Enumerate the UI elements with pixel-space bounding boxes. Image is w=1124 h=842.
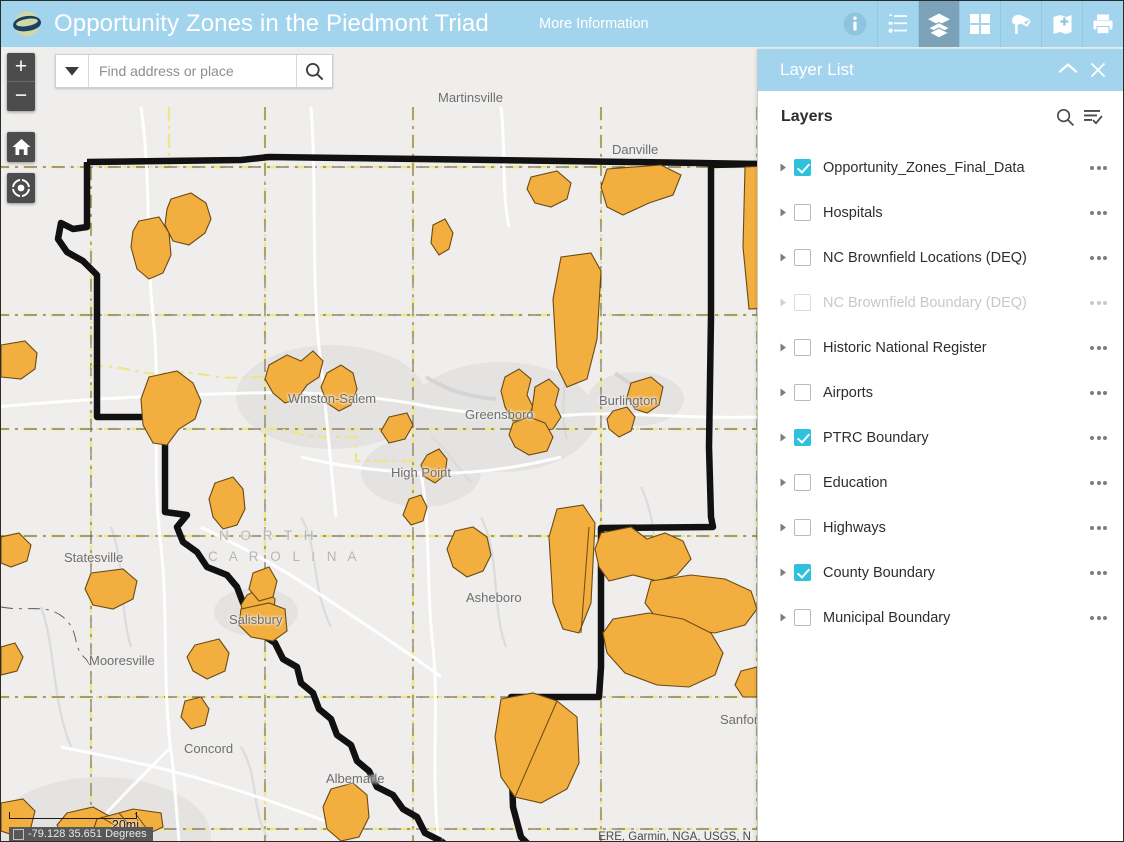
search-widget[interactable] [55,54,333,88]
add-data-icon[interactable] [1041,1,1082,47]
layer-visibility-checkbox[interactable] [794,609,811,626]
ellipsis-icon[interactable] [1081,165,1107,170]
layer-list-item[interactable]: Opportunity_Zones_Final_Data [758,145,1123,190]
layer-visibility-checkbox[interactable] [794,294,811,311]
layer-label: Education [823,474,888,491]
measure-icon[interactable] [1000,1,1041,47]
expand-arrow-icon[interactable] [780,478,794,487]
zoom-out-button[interactable]: − [7,82,35,111]
map-attribution: ERE, Garmin, NGA, USGS, N [598,831,751,841]
layer-list-item[interactable]: Highways [758,505,1123,550]
legend-icon[interactable] [877,1,918,47]
layer-visibility-checkbox[interactable] [794,339,811,356]
expand-arrow-icon[interactable] [780,208,794,217]
chevron-down-icon [65,66,79,76]
search-icon[interactable] [1051,103,1079,131]
ellipsis-icon[interactable] [1081,570,1107,575]
layer-list-item[interactable]: Airports [758,370,1123,415]
layer-list-item[interactable]: County Boundary [758,550,1123,595]
coordinate-toggle-icon[interactable] [13,829,24,840]
panel-header: Layer List [758,49,1123,91]
ellipsis-icon[interactable] [1081,345,1107,350]
close-icon[interactable] [1083,55,1113,85]
home-icon [12,139,30,155]
layer-items-list: Opportunity_Zones_Final_Data Hospitals NC … [758,143,1123,640]
layer-visibility-checkbox[interactable] [794,564,811,581]
ellipsis-icon[interactable] [1081,255,1107,260]
layer-label: Airports [823,384,873,401]
about-info-icon[interactable] [833,1,877,47]
layer-label: PTRC Boundary [823,429,929,446]
header-tool-bar [833,1,1123,47]
ellipsis-icon[interactable] [1081,615,1107,620]
ellipsis-icon[interactable] [1081,525,1107,530]
layer-label: Highways [823,519,886,536]
basemap-gallery-icon[interactable] [959,1,1000,47]
layer-visibility-checkbox[interactable] [794,474,811,491]
home-extent-button[interactable] [7,132,35,162]
layer-list-item[interactable]: Education [758,460,1123,505]
page-title: Opportunity Zones in the Piedmont Triad [54,10,489,37]
map-application: Opportunity Zones in the Piedmont Triad … [0,0,1124,842]
coordinate-value: -79.128 35.651 Degrees [28,828,147,840]
chevron-up-icon[interactable] [1053,55,1083,85]
search-source-dropdown[interactable] [56,55,89,87]
layer-list-icon[interactable] [918,1,959,47]
layer-visibility-checkbox[interactable] [794,204,811,221]
expand-arrow-icon[interactable] [780,163,794,172]
layer-list-item[interactable]: Municipal Boundary [758,595,1123,640]
my-location-button[interactable] [7,173,35,203]
expand-arrow-icon[interactable] [780,613,794,622]
ellipsis-icon[interactable] [1081,480,1107,485]
layers-heading: Layers [781,108,833,125]
layer-label: Historic National Register [823,339,987,356]
expand-arrow-icon[interactable] [780,388,794,397]
ellipsis-icon[interactable] [1081,435,1107,440]
layer-label: Opportunity_Zones_Final_Data [823,159,1025,176]
layer-visibility-checkbox[interactable] [794,429,811,446]
expand-arrow-icon[interactable] [780,568,794,577]
layer-visibility-checkbox[interactable] [794,249,811,266]
ellipsis-icon[interactable] [1081,210,1107,215]
ptrc-logo-icon [10,7,44,41]
layer-list-item[interactable]: PTRC Boundary [758,415,1123,460]
expand-arrow-icon[interactable] [780,523,794,532]
layer-visibility-checkbox[interactable] [794,384,811,401]
layer-label: NC Brownfield Locations (DEQ) [823,249,1027,266]
coordinate-readout[interactable]: -79.128 35.651 Degrees [9,827,153,841]
expand-arrow-icon[interactable] [780,298,794,307]
layer-visibility-checkbox[interactable] [794,519,811,536]
crosshair-icon [11,178,31,198]
print-icon[interactable] [1082,1,1123,47]
layer-list-item[interactable]: NC Brownfield Boundary (DEQ) [758,280,1123,325]
layer-label: NC Brownfield Boundary (DEQ) [823,294,1027,311]
expand-arrow-icon[interactable] [780,343,794,352]
ellipsis-icon[interactable] [1081,390,1107,395]
zoom-controls[interactable]: + − [7,53,35,111]
layer-visibility-checkbox[interactable] [794,159,811,176]
layer-list-panel: Layer List Layers Opportunity_Zones_Fina… [757,49,1123,841]
expand-arrow-icon[interactable] [780,253,794,262]
filter-list-icon[interactable] [1079,103,1107,131]
zoom-in-button[interactable]: + [7,53,35,82]
app-header: Opportunity Zones in the Piedmont Triad … [1,1,1123,47]
layers-toolbar: Layers [758,91,1123,143]
layer-label: Hospitals [823,204,883,221]
search-submit-button[interactable] [296,55,332,87]
layer-list-item[interactable]: Historic National Register [758,325,1123,370]
layer-label: County Boundary [823,564,936,581]
expand-arrow-icon[interactable] [780,433,794,442]
layer-list-item[interactable]: Hospitals [758,190,1123,235]
panel-title: Layer List [780,60,854,79]
search-input[interactable] [89,55,296,87]
more-information-link[interactable]: More Information [539,16,649,32]
ellipsis-icon[interactable] [1081,300,1107,305]
search-icon [306,62,324,80]
layer-list-item[interactable]: NC Brownfield Locations (DEQ) [758,235,1123,280]
layer-label: Municipal Boundary [823,609,951,626]
